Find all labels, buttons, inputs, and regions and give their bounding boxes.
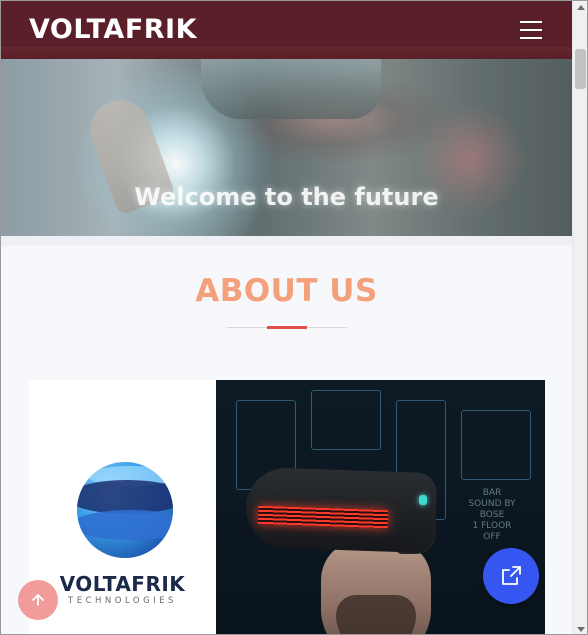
about-title: ABOUT US [195,273,378,309]
logo-wave-mid [77,510,173,540]
section-top-band [1,236,572,246]
menu-bar-top [520,21,542,23]
scroll-to-top-button[interactable] [18,580,58,620]
logo-wave-dark [77,480,173,514]
bar-sign-line: BOSE [479,510,505,520]
bar-sign-line: SOUND BY [468,499,516,509]
hamburger-menu-icon[interactable] [520,21,542,39]
menu-bar-middle [520,29,542,31]
hero-banner: Welcome to the future [1,59,572,236]
browser-viewport: VOLTAFRIK Welcome to the future ABOUT US… [0,0,588,635]
vr-headset-indicator-light [419,495,427,505]
person-beard [336,595,416,634]
background-neon-frame [461,410,531,480]
arrow-up-icon [32,594,44,606]
logo-company-name: VOLTAFRIK [59,572,186,596]
hero-tagline: Welcome to the future [134,183,439,211]
scroll-down-arrow-icon[interactable] [577,627,585,632]
bar-sign-line: 1 FLOOR [472,521,512,531]
voltafrik-logo-mark [77,462,173,558]
site-header: VOLTAFRIK [1,1,572,59]
background-bar-sign: BAR SOUND BY BOSE 1 FLOOR OFF [452,488,532,543]
scroll-up-arrow-icon[interactable] [577,5,585,10]
vertical-scrollbar[interactable] [572,1,587,634]
share-icon [502,566,521,585]
brand-logo-text[interactable]: VOLTAFRIK [29,14,197,45]
background-neon-frame [311,390,381,450]
title-divider-accent [267,326,307,329]
scrollbar-thumb[interactable] [575,49,586,89]
share-button[interactable] [483,548,539,604]
bar-sign-line: BAR [482,488,502,498]
bar-sign-line: OFF [483,532,501,542]
menu-bar-bottom [520,37,542,39]
